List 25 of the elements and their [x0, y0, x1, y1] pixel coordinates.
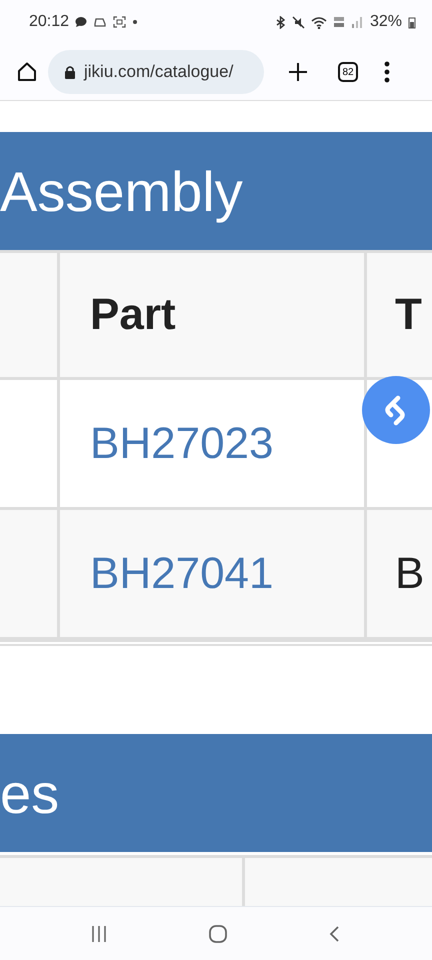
menu-icon	[384, 61, 390, 83]
section-header: Assembly	[0, 132, 432, 250]
lock-icon	[64, 64, 76, 80]
plus-icon	[288, 62, 308, 82]
column-header: T	[394, 289, 423, 341]
clock-time: 20:12	[29, 13, 70, 31]
table-cell-text: B	[394, 548, 426, 600]
tab-count-button[interactable]: 82	[338, 62, 358, 82]
home-icon	[16, 61, 38, 83]
chat-bubble-icon	[75, 16, 88, 28]
screenshot-icon	[113, 16, 126, 28]
part-link[interactable]: BH27023	[90, 418, 274, 468]
recent-apps-icon	[90, 924, 108, 942]
battery-percent: 32%	[370, 13, 402, 31]
home-icon	[208, 924, 228, 944]
dot-icon	[132, 19, 138, 25]
battery-icon	[408, 16, 416, 28]
wifi-icon	[310, 16, 327, 28]
bluetooth-icon	[274, 16, 286, 28]
column-header: Part	[60, 253, 367, 377]
signal-icon	[350, 16, 364, 28]
section-header: es	[0, 734, 432, 852]
mute-icon	[292, 16, 305, 28]
part-link[interactable]: BH27041	[90, 548, 274, 598]
address-bar[interactable]: jikiu.com/catalogue/	[48, 50, 264, 94]
